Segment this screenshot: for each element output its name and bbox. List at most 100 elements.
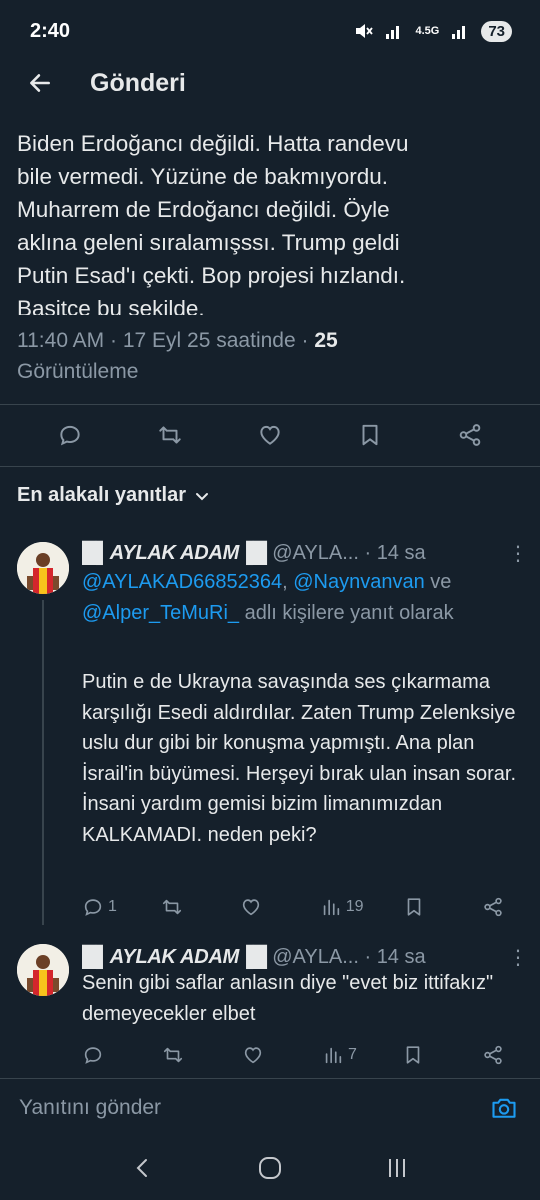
mention-separator: , [282,571,294,593]
mention-separator: ve [424,571,452,593]
bookmark-icon [406,1046,420,1064]
share-button[interactable] [482,1044,522,1066]
more-options-icon[interactable]: ⋮ [508,541,528,566]
like-button[interactable] [240,896,280,918]
arrow-left-icon [30,74,50,92]
like-button[interactable] [242,1044,282,1066]
status-time: 2:40 [30,19,71,42]
reply-author-name[interactable]: █▌AYLAK ADAM▐█ [82,542,267,565]
mention-link[interactable]: @Naynvanvan [293,571,424,593]
views-button[interactable]: 7 [322,1044,362,1066]
reply-count: 1 [108,898,117,915]
thread-line [42,600,44,925]
sort-dropdown[interactable]: En alakalı yanıtlar [17,484,210,507]
reply-icon [84,899,102,916]
signal-icon [386,26,400,39]
recents-icon [388,1159,405,1177]
page-title: Gönderi [90,68,186,97]
meta-separator: · [301,329,309,352]
view-count: 19 [345,898,364,915]
divider [0,404,540,405]
system-recents-button[interactable] [372,1143,422,1193]
reply-button[interactable] [50,415,90,455]
reply-button[interactable] [82,1044,122,1066]
tweet-body: Biden Erdoğancı değildi. Hatta randevu b… [17,100,527,315]
signal-icon-2 [452,26,466,39]
replying-suffix: adlı kişilere yanıt olarak [239,602,454,624]
share-button[interactable] [450,415,490,455]
meta-separator: · [364,541,372,564]
reply-author-handle[interactable]: @AYLA... [272,542,359,565]
reply-input[interactable] [17,1094,484,1121]
views-button[interactable]: 19 [320,896,364,918]
system-back-button[interactable] [118,1143,168,1193]
bar-chart-icon [323,899,339,916]
tweet-time: 11:40 AM [17,329,105,352]
avatar[interactable] [17,542,69,594]
meta-separator: · [364,945,372,968]
retweet-button[interactable] [150,415,190,455]
reply-icon [84,1047,102,1064]
sort-label: En alakalı yanıtlar [17,484,186,506]
retweet-icon [159,426,181,444]
bookmark-button[interactable] [350,415,390,455]
view-count: 7 [348,1046,357,1063]
avatar-image [17,542,69,594]
views-label: Görüntüleme [17,360,139,383]
heart-icon [244,1047,262,1064]
reply-author-name[interactable]: █▌AYLAK ADAM▐█ [82,946,267,969]
status-icons: 4.5G 73 [353,20,512,42]
reply-button[interactable]: 1 [82,896,122,918]
views-count[interactable]: 25 [314,329,337,352]
share-button[interactable] [482,896,522,918]
status-bar: 2:40 4.5G 73 [0,0,540,62]
avatar[interactable] [17,944,69,996]
system-home-button[interactable] [245,1143,295,1193]
camera-icon [492,1098,516,1118]
retweet-button[interactable] [162,1044,202,1066]
share-icon [484,897,502,917]
network-type: 4.5G [415,25,440,37]
mute-icon [356,24,374,38]
bookmark-button[interactable] [403,896,443,918]
more-options-icon[interactable]: ⋮ [508,945,528,970]
retweet-button[interactable] [161,896,201,918]
mention-link[interactable]: @AYLAKAD66852364 [82,571,282,593]
tweet-action-bar [0,408,540,462]
bookmark-icon [362,424,378,446]
battery-badge: 73 [481,20,512,42]
camera-button[interactable] [484,1088,524,1128]
reply-header: █▌AYLAK ADAM▐█ @AYLA... · 14 sa ⋮ [82,539,528,567]
share-icon [459,424,481,446]
heart-icon [260,425,280,445]
bar-chart-icon [325,1047,342,1064]
home-circle-icon [258,1157,281,1179]
tweet-meta: 11:40 AM · 17 Eyl 25 saatinde · 25 Görün… [17,325,517,387]
heart-icon [243,899,260,916]
tweet-date: 17 Eyl 25 saatinde [122,329,296,352]
mention-link[interactable]: @Alper_TeMuRi_ [82,602,239,624]
system-nav-bar [0,1136,540,1200]
like-button[interactable] [250,415,290,455]
divider [0,466,540,467]
reply-time: 14 sa [376,541,426,564]
meta-separator: · [110,329,118,352]
reply-text: Senin gibi saflar anlasın diye "evet biz… [82,972,494,1025]
reply-action-bar: 1 19 [82,892,522,922]
reply-author-handle[interactable]: @AYLA... [272,946,359,969]
reply-action-bar: 7 [82,1040,522,1070]
compose-bar [0,1078,540,1136]
replying-to: @AYLAKAD66852364, @Naynvanvan ve @Alper_… [82,567,522,629]
bookmark-button[interactable] [402,1044,442,1066]
chevron-left-icon [136,1159,148,1177]
bookmark-icon [407,898,421,916]
reply-text: Putin e de Ukrayna savaşında ses çıkarma… [82,671,517,846]
reply-icon [60,425,80,446]
share-icon [484,1045,502,1065]
chevron-down-icon [195,492,208,500]
retweet-icon [163,899,182,915]
reply-time: 14 sa [376,945,426,968]
avatar-image [17,944,69,996]
reply-header: █▌AYLAK ADAM▐█ @AYLA... · 14 sa ⋮ [82,943,528,971]
tweet-text: Biden Erdoğancı değildi. Hatta randevu b… [17,131,409,315]
